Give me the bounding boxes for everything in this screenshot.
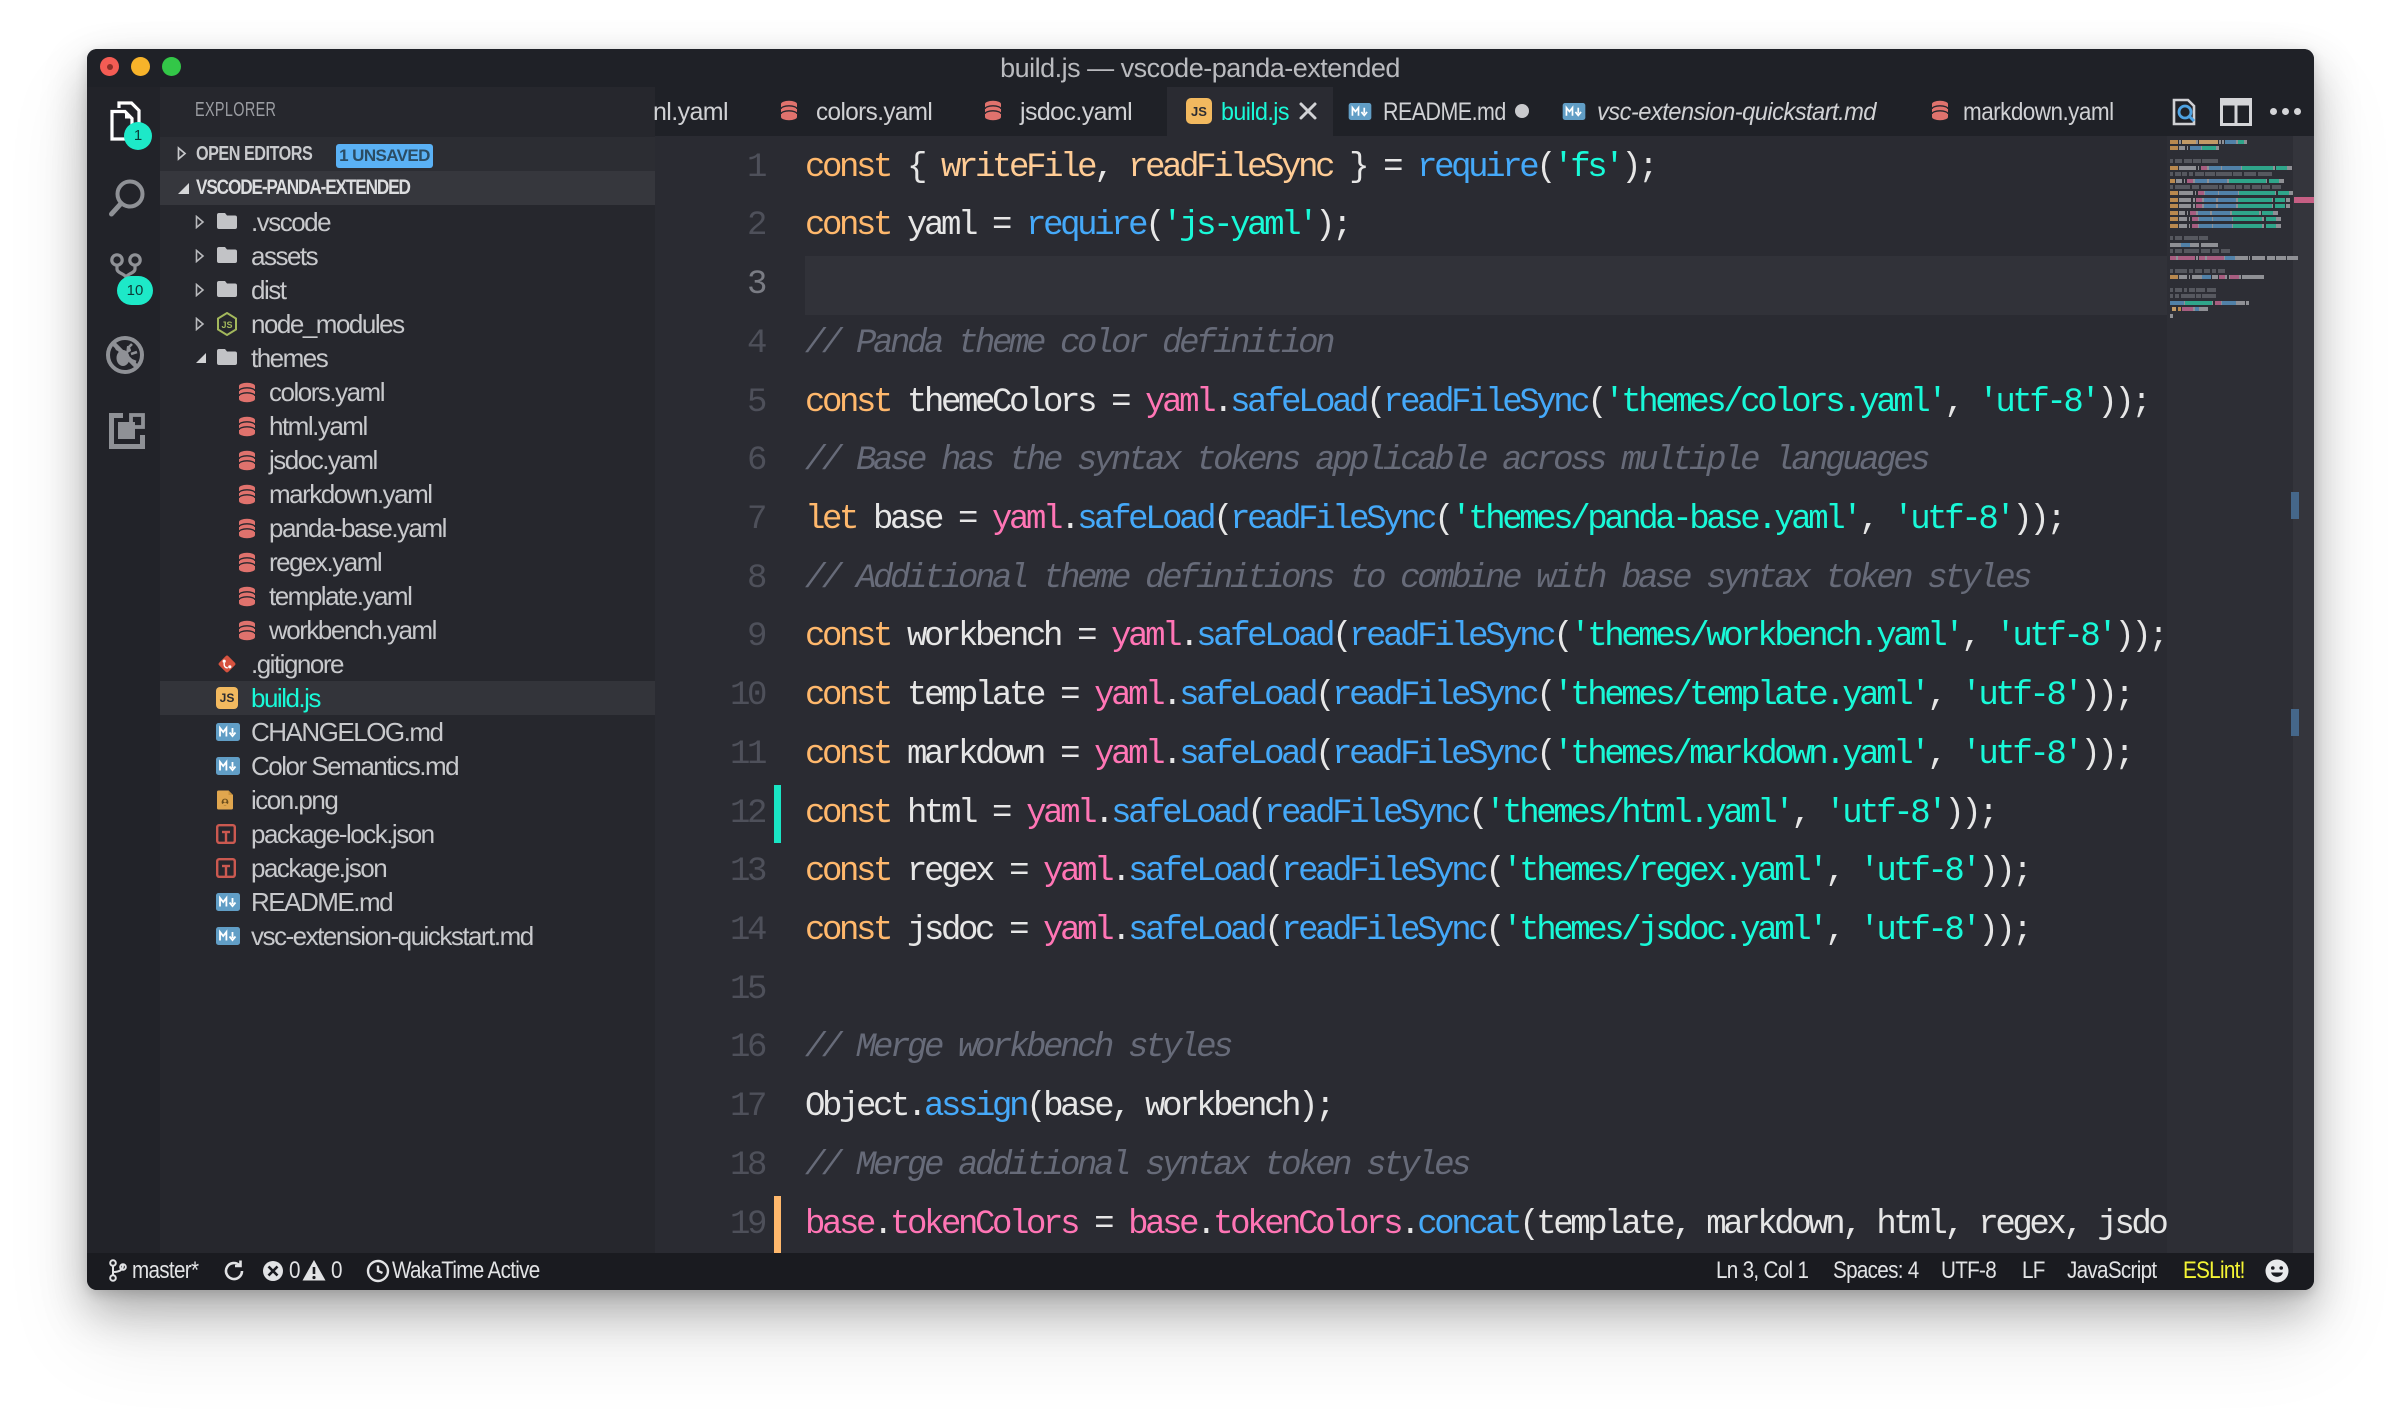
svg-text:JS: JS (221, 320, 232, 330)
